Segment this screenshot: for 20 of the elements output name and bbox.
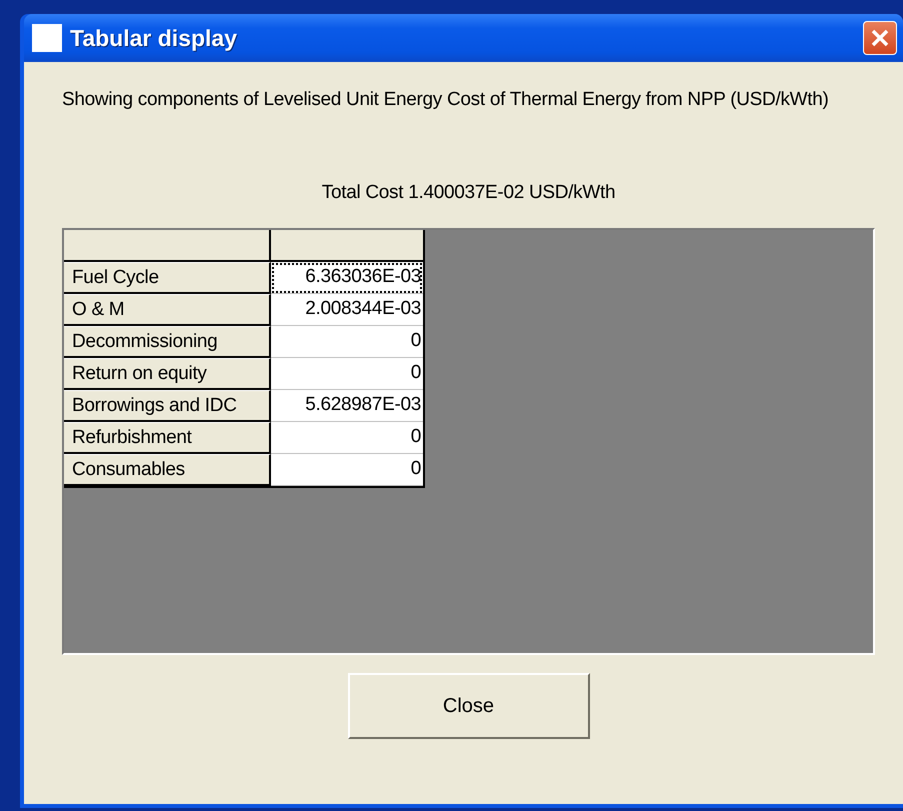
row-label: Return on equity: [64, 358, 271, 390]
value-cell[interactable]: 0: [271, 326, 423, 358]
value-cell[interactable]: 0: [271, 422, 423, 454]
close-button[interactable]: Close: [348, 673, 590, 739]
close-icon[interactable]: [863, 21, 897, 55]
row-label: Decommissioning: [64, 326, 271, 358]
window-icon: [32, 24, 62, 52]
row-label: Fuel Cycle: [64, 262, 271, 294]
row-label: O & M: [64, 294, 271, 326]
value-cell[interactable]: 0: [271, 358, 423, 390]
description-text: Showing components of Levelised Unit Energy Cost of Thermal Energy from NPP (USD/kWth): [62, 88, 830, 112]
window-title: Tabular display: [70, 24, 238, 52]
value-cell[interactable]: 2.008344E-03: [271, 294, 423, 326]
row-label: Borrowings and IDC: [64, 390, 271, 422]
total-cost-text: Total Cost 1.400037E-02 USD/kWth: [320, 182, 616, 204]
row-label: Refurbishment: [64, 422, 271, 454]
row-label: Consumables: [64, 454, 271, 486]
value-cell[interactable]: 6.363036E-03: [271, 262, 423, 294]
value-cell[interactable]: 0: [271, 454, 423, 486]
value-cell[interactable]: 5.628987E-03: [271, 390, 423, 422]
